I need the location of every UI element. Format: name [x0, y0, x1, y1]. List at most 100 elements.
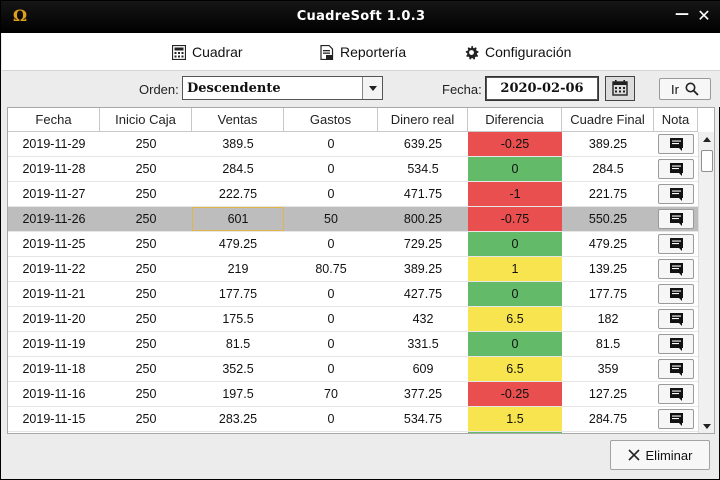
cuadre-final-cell[interactable]: 221.75 [562, 182, 654, 206]
fecha-cell[interactable]: 2019-11-16 [8, 382, 100, 406]
cuadre-final-cell[interactable]: 177.75 [562, 282, 654, 306]
gastos-cell[interactable]: 0 [284, 232, 378, 256]
gastos-cell[interactable]: 80.75 [284, 257, 378, 281]
fecha-cell[interactable]: 2019-11-21 [8, 282, 100, 306]
close-window-button[interactable]: ✕ [695, 7, 713, 25]
cuadre-final-header[interactable]: Cuadre Final [562, 108, 654, 132]
ventas-cell[interactable]: 81.5 [192, 332, 284, 356]
nota-button[interactable] [658, 309, 694, 329]
dinero-real-cell[interactable]: 331.5 [378, 332, 468, 356]
dinero-real-cell[interactable]: 534.75 [378, 407, 468, 431]
fecha-cell[interactable]: 2019-11-15 [8, 407, 100, 431]
dinero-real-header[interactable]: Dinero real [378, 108, 468, 132]
diferencia-cell[interactable]: 6.5 [468, 307, 562, 331]
cuadre-final-cell[interactable]: 139.25 [562, 257, 654, 281]
table-row[interactable]: 2019-11-20 250 175.5 0 432 6.5 182 [8, 307, 698, 332]
dinero-real-cell[interactable]: 377.25 [378, 382, 468, 406]
dinero-real-cell[interactable]: 389.25 [378, 257, 468, 281]
diferencia-cell[interactable]: -0.25 [468, 132, 562, 156]
ir-button[interactable]: Ir [659, 78, 711, 100]
fecha-cell[interactable] [8, 432, 100, 433]
table-row[interactable]: 2019-11-28 250 284.5 0 534.5 0 284.5 [8, 157, 698, 182]
eliminar-button[interactable]: Eliminar [610, 440, 710, 470]
gastos-cell[interactable]: 0 [284, 182, 378, 206]
ventas-header[interactable]: Ventas [192, 108, 284, 132]
cuadre-final-cell[interactable]: 359 [562, 357, 654, 381]
inicio-caja-cell[interactable]: 250 [100, 282, 192, 306]
inicio-caja-cell[interactable]: 250 [100, 382, 192, 406]
ventas-cell[interactable]: 352.5 [192, 357, 284, 381]
cuadre-final-cell[interactable]: 182 [562, 307, 654, 331]
diferencia-cell[interactable]: 0 [468, 232, 562, 256]
table-row[interactable] [8, 432, 698, 433]
nota-button[interactable] [658, 209, 694, 229]
inicio-caja-cell[interactable]: 250 [100, 232, 192, 256]
ventas-cell[interactable]: 283.25 [192, 407, 284, 431]
inicio-caja-cell[interactable]: 250 [100, 182, 192, 206]
ventas-cell[interactable]: 601 [192, 207, 284, 231]
ventas-cell[interactable]: 222.75 [192, 182, 284, 206]
nota-header[interactable]: Nota [654, 108, 698, 132]
menu-cuadrar[interactable]: Cuadrar [172, 42, 243, 62]
diferencia-cell[interactable]: 0 [468, 157, 562, 181]
table-row[interactable]: 2019-11-25 250 479.25 0 729.25 0 479.25 [8, 232, 698, 257]
nota-button[interactable] [658, 234, 694, 254]
nota-button[interactable] [658, 134, 694, 154]
gastos-cell[interactable]: 0 [284, 332, 378, 356]
table-row[interactable]: 2019-11-19 250 81.5 0 331.5 0 81.5 [8, 332, 698, 357]
gastos-cell[interactable]: 50 [284, 207, 378, 231]
inicio-caja-header[interactable]: Inicio Caja [100, 108, 192, 132]
gastos-cell[interactable]: 0 [284, 157, 378, 181]
scrollbar-thumb[interactable] [701, 150, 713, 172]
cuadre-final-cell[interactable]: 550.25 [562, 207, 654, 231]
ventas-cell[interactable]: 219 [192, 257, 284, 281]
gastos-cell[interactable]: 0 [284, 307, 378, 331]
calendar-button[interactable] [605, 76, 635, 101]
diferencia-cell[interactable]: -0.75 [468, 207, 562, 231]
diferencia-cell[interactable]: -0.25 [468, 382, 562, 406]
ventas-cell[interactable]: 479.25 [192, 232, 284, 256]
title-bar[interactable]: Ω CuadreSoft 1.0.3 — ✕ [1, 1, 720, 33]
gastos-header[interactable]: Gastos [284, 108, 378, 132]
gastos-cell[interactable]: 0 [284, 282, 378, 306]
fecha-cell[interactable]: 2019-11-22 [8, 257, 100, 281]
table-row[interactable]: 2019-11-21 250 177.75 0 427.75 0 177.75 [8, 282, 698, 307]
table-row[interactable]: 2019-11-16 250 197.5 70 377.25 -0.25 127.25 [8, 382, 698, 407]
table-row[interactable]: 2019-11-15 250 283.25 0 534.75 1.5 284.75 [8, 407, 698, 432]
table-row[interactable]: 2019-11-29 250 389.5 0 639.25 -0.25 389.25 [8, 132, 698, 157]
vertical-scrollbar[interactable] [698, 132, 714, 433]
inicio-caja-cell[interactable]: 250 [100, 332, 192, 356]
inicio-caja-cell[interactable]: 250 [100, 357, 192, 381]
fecha-header[interactable]: Fecha [8, 108, 100, 132]
gastos-cell[interactable]: 0 [284, 132, 378, 156]
dinero-real-cell[interactable]: 534.5 [378, 157, 468, 181]
fecha-cell[interactable]: 2019-11-20 [8, 307, 100, 331]
fecha-cell[interactable]: 2019-11-29 [8, 132, 100, 156]
dinero-real-cell[interactable]: 609 [378, 357, 468, 381]
nota-button[interactable] [658, 259, 694, 279]
cuadre-final-cell[interactable]: 81.5 [562, 332, 654, 356]
ventas-cell[interactable]: 197.5 [192, 382, 284, 406]
minimize-button[interactable]: — [673, 5, 691, 23]
diferencia-cell[interactable]: 1.5 [468, 407, 562, 431]
gastos-cell[interactable]: 70 [284, 382, 378, 406]
dinero-real-cell[interactable]: 432 [378, 307, 468, 331]
inicio-caja-cell[interactable] [100, 432, 192, 433]
diferencia-cell[interactable] [468, 432, 562, 433]
dinero-real-cell[interactable] [378, 432, 468, 433]
nota-button[interactable] [658, 159, 694, 179]
cuadre-final-cell[interactable] [562, 432, 654, 433]
fecha-cell[interactable]: 2019-11-25 [8, 232, 100, 256]
nota-button[interactable] [658, 284, 694, 304]
inicio-caja-cell[interactable]: 250 [100, 207, 192, 231]
dinero-real-cell[interactable]: 471.75 [378, 182, 468, 206]
cuadres-table[interactable]: Fecha Inicio Caja Ventas Gastos Dinero real D… [7, 107, 715, 434]
fecha-cell[interactable]: 2019-11-27 [8, 182, 100, 206]
diferencia-header[interactable]: Diferencia [468, 108, 562, 132]
diferencia-cell[interactable]: -1 [468, 182, 562, 206]
fecha-cell[interactable]: 2019-11-28 [8, 157, 100, 181]
dinero-real-cell[interactable]: 800.25 [378, 207, 468, 231]
orden-select[interactable]: Descendente [182, 76, 383, 100]
fecha-cell[interactable]: 2019-11-26 [8, 207, 100, 231]
cuadre-final-cell[interactable]: 284.75 [562, 407, 654, 431]
